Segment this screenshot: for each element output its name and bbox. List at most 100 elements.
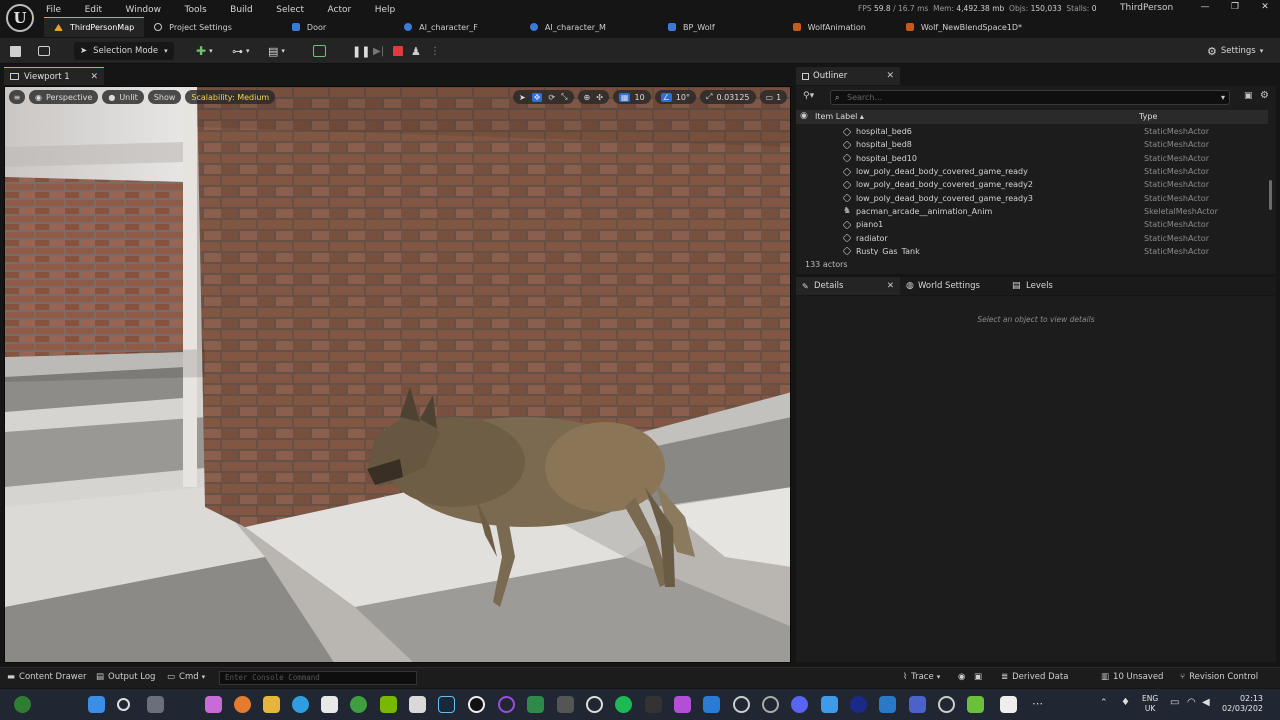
app-icon[interactable] — [821, 696, 838, 713]
cinematics-button[interactable]: ▤ ▾ — [268, 42, 285, 60]
rotation-snap[interactable]: ∠ 10° — [654, 90, 697, 104]
app-icon[interactable] — [762, 696, 779, 713]
surface-snap-icon[interactable]: ✣ — [596, 93, 603, 102]
hamburger-menu-icon[interactable]: ≡ — [9, 90, 25, 104]
chatgpt-icon[interactable] — [586, 696, 603, 713]
content-drawer-button[interactable]: ▬ Content Drawer — [7, 672, 86, 682]
list-item[interactable]: radiator StaticMeshActor — [796, 231, 1268, 244]
trace-button[interactable]: ⌇ Trace ▾ — [903, 672, 940, 682]
add-actor-button[interactable]: ✚ ▾ — [196, 42, 213, 60]
scale-tool-icon[interactable]: ⤡ — [561, 92, 567, 102]
menu-edit[interactable]: Edit — [85, 5, 102, 15]
close-icon[interactable]: ✕ — [887, 281, 894, 291]
menu-tools[interactable]: Tools — [185, 5, 207, 15]
derived-data-button[interactable]: ≣ Derived Data — [1001, 672, 1068, 682]
tab-door[interactable]: Door — [282, 17, 336, 37]
unsaved-button[interactable]: ▥ 10 Unsaved — [1101, 672, 1163, 682]
output-log-button[interactable]: ▤ Output Log — [96, 672, 155, 682]
scale-snap[interactable]: ⤢ 0.03125 — [700, 90, 756, 104]
tab-world-settings[interactable]: ◍ World Settings — [900, 277, 1008, 295]
menu-build[interactable]: Build — [230, 5, 253, 15]
store-icon[interactable] — [321, 696, 338, 713]
type-header[interactable]: Type — [1139, 112, 1157, 121]
discord-icon[interactable] — [791, 696, 808, 713]
select-tool-icon[interactable]: ➤ — [519, 93, 526, 102]
start-windows-icon[interactable] — [88, 696, 105, 713]
menu-file[interactable]: File — [46, 5, 61, 15]
app-icon[interactable] — [674, 696, 691, 713]
tab-details[interactable]: ✎ Details ✕ — [796, 277, 900, 295]
microphone-icon[interactable]: ♦ — [1121, 697, 1130, 708]
add-folder-icon[interactable]: ▣ — [1244, 91, 1253, 101]
app-icon[interactable] — [557, 696, 574, 713]
xbox-icon[interactable] — [350, 696, 367, 713]
menu-select[interactable]: Select — [276, 5, 304, 15]
item-label-header[interactable]: Item Label ▴ — [815, 112, 864, 121]
menu-window[interactable]: Window — [126, 5, 162, 15]
camera-speed[interactable]: ▭ 1 — [759, 90, 788, 104]
close-icon[interactable]: ✕ — [886, 71, 894, 81]
github-icon[interactable] — [733, 696, 750, 713]
screenshot-button[interactable]: ▣ — [974, 672, 982, 682]
view-mode-button[interactable]: ● Unlit — [102, 90, 144, 104]
file-explorer-icon[interactable] — [263, 696, 280, 713]
platforms-button[interactable] — [313, 42, 326, 60]
tab-thirdpersonmap[interactable]: ThirdPersonMap — [44, 17, 145, 37]
browse-button[interactable] — [38, 42, 50, 60]
blueprints-button[interactable]: ⊶ ▾ — [232, 42, 250, 60]
level-viewport[interactable]: ≡ ◉ Perspective ● Unlit Show Scalability: … — [4, 86, 791, 663]
pause-button[interactable]: ❚❚ — [352, 42, 370, 60]
app-icon[interactable] — [967, 696, 984, 713]
steam-icon[interactable] — [438, 696, 455, 713]
search-icon[interactable] — [117, 698, 130, 711]
obs-icon[interactable] — [498, 696, 515, 713]
tab-project-settings[interactable]: Project Settings — [144, 17, 242, 37]
vscode-icon[interactable] — [703, 696, 720, 713]
list-item[interactable]: low_poly_dead_body_covered_game_ready Sta… — [796, 165, 1268, 178]
skip-frame-button[interactable]: ▶| — [373, 42, 384, 60]
app-icon[interactable] — [527, 696, 544, 713]
tab-ai-character-m[interactable]: AI_character_M — [520, 17, 616, 37]
app-icon[interactable] — [645, 696, 662, 713]
task-view-icon[interactable] — [147, 696, 164, 713]
list-item[interactable]: hospital_bed10 StaticMeshActor — [796, 152, 1268, 165]
save-button[interactable] — [10, 42, 21, 60]
system-clock[interactable]: 02:13 02/03/202 — [1222, 694, 1263, 714]
tab-ai-character-f[interactable]: AI_character_F — [394, 17, 488, 37]
copilot-icon[interactable] — [205, 696, 222, 713]
app-icon[interactable] — [938, 696, 955, 713]
close-icon[interactable]: ✕ — [1250, 0, 1280, 15]
close-icon[interactable]: ✕ — [90, 72, 98, 82]
tab-wolf-blendspace[interactable]: Wolf_NewBlendSpace1D* — [896, 17, 1032, 37]
nvidia-icon[interactable] — [380, 696, 397, 713]
rotate-tool-icon[interactable]: ⟳ — [548, 93, 555, 102]
revision-control-button[interactable]: ⑂ Revision Control — [1180, 672, 1258, 682]
world-icon[interactable]: ⊕ — [584, 93, 591, 102]
app-icon[interactable] — [909, 696, 926, 713]
unreal-logo-icon[interactable]: U — [6, 4, 34, 32]
wifi-icon[interactable]: ◠ — [1187, 697, 1196, 708]
tab-wolfanimation[interactable]: WolfAnimation — [783, 17, 876, 37]
list-item[interactable]: Rusty_Gas_Tank StaticMeshActor — [796, 245, 1268, 255]
language-indicator[interactable]: ENG UK — [1142, 694, 1158, 714]
chevron-down-icon[interactable]: ▾ — [1221, 91, 1225, 104]
tab-bp-wolf[interactable]: BP_Wolf — [658, 17, 725, 37]
record-button[interactable]: ◉ — [958, 672, 965, 682]
monitor-icon[interactable]: ▭ — [1170, 697, 1179, 708]
maximize-icon[interactable]: ❐ — [1220, 0, 1250, 15]
visibility-eye-icon[interactable]: ◉ — [800, 111, 808, 121]
viewport-tab[interactable]: Viewport 1 ✕ — [4, 67, 104, 85]
settings-button[interactable]: ⚙ Settings ▾ — [1207, 42, 1263, 60]
perspective-button[interactable]: ◉ Perspective — [29, 90, 99, 104]
console-input[interactable]: Enter Console Command — [219, 671, 417, 685]
menu-help[interactable]: Help — [375, 5, 396, 15]
eject-button[interactable]: ♟ — [411, 42, 421, 60]
blender-icon[interactable] — [234, 696, 251, 713]
app-icon[interactable] — [850, 696, 867, 713]
selection-mode-dropdown[interactable]: ➤ Selection Mode ▾ — [74, 42, 174, 60]
grid-snap[interactable]: ▦ 10 — [612, 90, 651, 104]
outliner-tab[interactable]: Outliner ✕ — [796, 67, 900, 85]
outliner-scrollbar[interactable] — [1269, 180, 1272, 210]
list-item[interactable]: ♞ pacman_arcade__animation_Anim SkeletalMe… — [796, 205, 1268, 218]
app-badge-icon[interactable] — [14, 696, 31, 713]
